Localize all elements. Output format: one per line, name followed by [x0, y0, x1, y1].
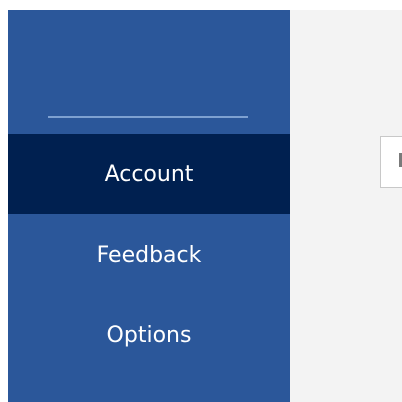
nav-item-options[interactable]: Options	[8, 295, 290, 375]
nav-item-account[interactable]: Account	[8, 134, 290, 214]
nav-item-feedback[interactable]: Feedback	[8, 215, 290, 295]
nav-item-feedback-label: Feedback	[96, 242, 202, 268]
backstage-content-pane	[290, 10, 402, 402]
backstage-navigation: Account Feedback Options	[8, 10, 290, 402]
content-edge-box[interactable]	[380, 136, 402, 188]
nav-item-account-label: Account	[104, 161, 194, 187]
office-backstage-window: Account Feedback Options	[0, 0, 402, 402]
nav-item-options-label: Options	[106, 322, 192, 348]
nav-divider	[48, 116, 248, 118]
